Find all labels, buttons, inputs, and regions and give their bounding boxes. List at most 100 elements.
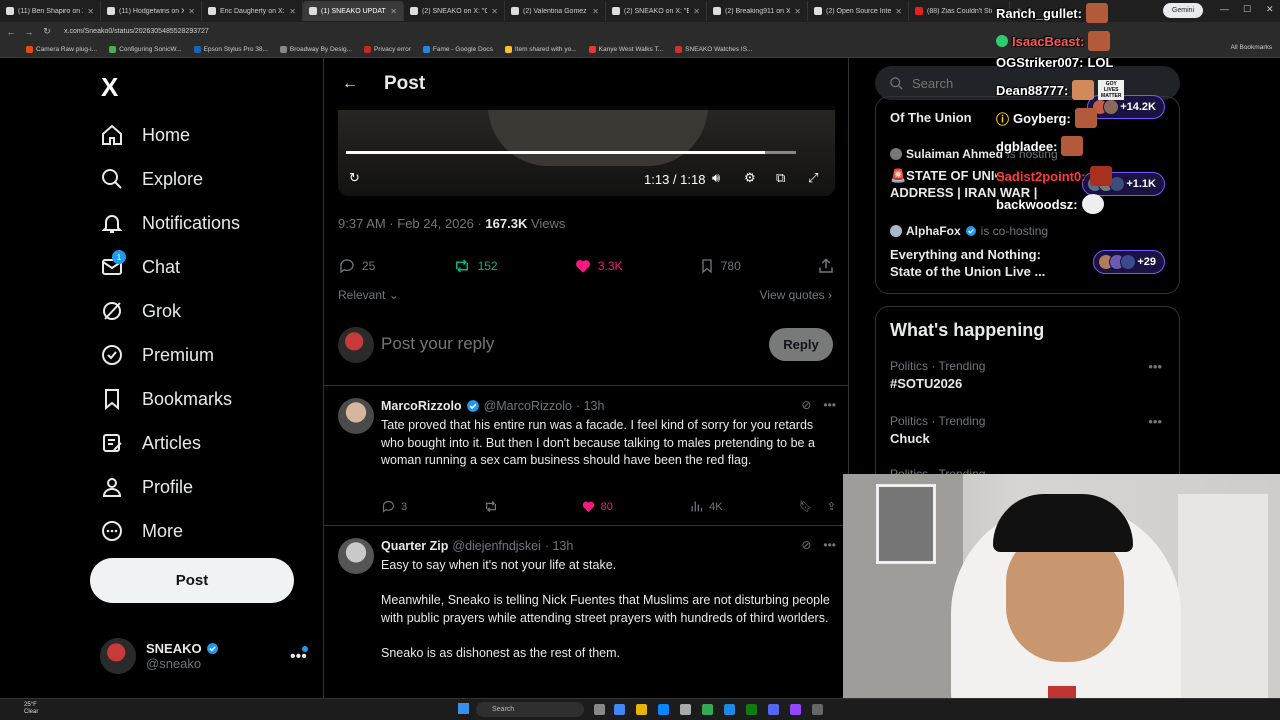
close-icon[interactable]: ✕ xyxy=(693,7,700,16)
sidebar-item-profile[interactable]: Profile xyxy=(100,465,240,509)
xbox-icon[interactable] xyxy=(746,704,757,715)
app-icon[interactable] xyxy=(702,704,713,715)
x-logo[interactable]: X xyxy=(101,72,118,103)
bookmark-button[interactable]: 780 xyxy=(699,257,741,275)
bookmark-item[interactable]: Item shared with yo... xyxy=(504,45,577,53)
grok-icon[interactable]: ⊘ xyxy=(801,398,811,412)
space-item[interactable]: Of The Union xyxy=(890,109,972,126)
browser-tab[interactable]: (88) Zias Couldn't Stop ✕ xyxy=(909,1,1010,21)
fullscreen-icon[interactable]: ⤢ xyxy=(808,170,818,186)
reply-button[interactable]: 3 xyxy=(381,499,407,514)
forward-nav-icon[interactable]: → xyxy=(22,27,36,37)
more-options-icon[interactable]: ••• xyxy=(823,398,836,412)
app-icon[interactable] xyxy=(724,704,735,715)
back-arrow-icon[interactable]: ← xyxy=(342,75,358,93)
pip-icon[interactable]: ⧉ xyxy=(776,170,785,186)
bookmark-item[interactable]: SNEAKO Watches IS... xyxy=(675,45,752,53)
close-icon[interactable]: ✕ xyxy=(491,7,498,16)
folder-icon[interactable] xyxy=(636,704,647,715)
tweet-time[interactable]: · 13h xyxy=(576,399,605,413)
bookmark-item[interactable]: Fame - Google Docs xyxy=(422,45,493,53)
chrome-icon[interactable] xyxy=(614,704,625,715)
video-progress-bar[interactable] xyxy=(346,151,796,154)
like-button[interactable]: 80 xyxy=(581,499,613,514)
space-listeners[interactable]: +29 xyxy=(1093,250,1165,274)
sidebar-item-home[interactable]: Home xyxy=(100,113,240,157)
weather-widget[interactable]: 25°F Clear xyxy=(24,702,38,716)
app-icon[interactable] xyxy=(812,704,823,715)
reply-tweet[interactable]: MarcoRizzolo @MarcoRizzolo · 13h ⊘ ••• Ta… xyxy=(324,386,848,526)
app-icon[interactable] xyxy=(680,704,691,715)
close-icon[interactable]: ✕ xyxy=(289,7,296,16)
browser-tab[interactable]: (11) Hodgetwins on X: " ✕ xyxy=(101,1,202,21)
close-icon[interactable]: ✕ xyxy=(390,7,397,16)
author-name[interactable]: MarcoRizzolo xyxy=(381,399,462,413)
post-button[interactable]: Post xyxy=(90,558,294,603)
app-icon[interactable] xyxy=(790,704,801,715)
close-icon[interactable]: ✕ xyxy=(87,7,94,16)
settings-gear-icon[interactable]: ⚙ xyxy=(744,170,756,186)
bookmark-icon[interactable]: 🔖︎ xyxy=(799,500,813,513)
volume-icon[interactable]: 🔊︎ xyxy=(712,170,720,186)
space-item[interactable]: AlphaFox is co-hosting Everything and Not… xyxy=(890,224,1060,280)
sidebar-item-articles[interactable]: Articles xyxy=(100,421,240,465)
browser-tab-active[interactable]: (1) SNEAKO UPDATES on ✕ xyxy=(303,1,404,21)
avatar[interactable] xyxy=(338,538,374,574)
reply-input[interactable] xyxy=(381,334,751,354)
reply-submit-button[interactable]: Reply xyxy=(769,328,833,361)
back-nav-icon[interactable]: ← xyxy=(4,27,18,37)
windows-start-icon[interactable] xyxy=(458,703,469,714)
browser-tab[interactable]: (2) Valentina Gomez on ✕ xyxy=(505,1,606,21)
grok-icon[interactable]: ⊘ xyxy=(801,538,811,552)
taskbar-search[interactable]: Search xyxy=(476,702,584,717)
browser-tab[interactable]: (11) Ben Shapiro on X: " ✕ xyxy=(0,1,101,21)
browser-tab[interactable]: Eric Daugherty on X: " ✕ xyxy=(202,1,303,21)
url-field[interactable]: x.com/Sneako0/status/2026305485528293727 xyxy=(64,28,209,35)
close-icon[interactable]: ✕ xyxy=(794,7,801,16)
reply-sort-dropdown[interactable]: Relevant ⌄ xyxy=(338,288,399,302)
reply-button[interactable]: 25 xyxy=(338,257,375,275)
avatar[interactable] xyxy=(338,398,374,434)
discord-icon[interactable] xyxy=(768,704,779,715)
sidebar-item-explore[interactable]: Explore xyxy=(100,157,240,201)
reload-icon[interactable]: ↻ xyxy=(40,26,54,37)
account-switcher[interactable]: SNEAKO @sneako xyxy=(100,638,219,674)
browser-tab[interactable]: (2) Breaking911 on X: " ✕ xyxy=(707,1,808,21)
sidebar-item-bookmarks[interactable]: Bookmarks xyxy=(100,377,240,421)
browser-tab[interactable]: (2) SNEAKO on X: "Cats ✕ xyxy=(404,1,505,21)
edge-icon[interactable] xyxy=(658,704,669,715)
more-options-icon[interactable]: ••• xyxy=(823,538,836,552)
trend-item[interactable]: Politics · Trending Chuck ••• xyxy=(890,414,1170,446)
bookmark-item[interactable]: Camera Raw plug-i... xyxy=(26,45,97,53)
sidebar-item-premium[interactable]: Premium xyxy=(100,333,240,377)
author-handle[interactable]: @MarcoRizzolo xyxy=(484,399,572,413)
sidebar-item-more[interactable]: More xyxy=(100,509,240,553)
author-handle[interactable]: @diejenfndjskei xyxy=(452,539,540,553)
bookmark-item[interactable]: Configuring SonicW... xyxy=(109,45,182,53)
repost-button[interactable]: 152 xyxy=(452,257,498,275)
bookmark-item[interactable]: Epson Stylus Pro 38... xyxy=(193,45,268,53)
sidebar-item-notifications[interactable]: Notifications xyxy=(100,201,240,245)
bookmark-item[interactable]: Privacy error xyxy=(364,45,411,53)
browser-tab[interactable]: (2) Open Source Intel on✕ xyxy=(808,1,909,21)
reply-tweet[interactable]: Quarter Zip @diejenfndjskei · 13h ⊘ ••• E… xyxy=(324,526,848,698)
replay-icon[interactable]: ↻ xyxy=(349,170,360,186)
browser-tab[interactable]: (2) SNEAKO on X: "Erika ✕ xyxy=(606,1,707,21)
repost-button[interactable] xyxy=(483,499,504,514)
close-icon[interactable]: ✕ xyxy=(188,7,195,16)
views-button[interactable]: 4K xyxy=(689,499,723,514)
bookmark-item[interactable]: Broadway By Desig... xyxy=(279,45,352,53)
tweet-time[interactable]: · 13h xyxy=(545,539,574,553)
author-name[interactable]: Quarter Zip xyxy=(381,539,448,553)
post-timestamp[interactable]: 9:37 AM · Feb 24, 2026 · xyxy=(338,216,485,231)
like-button[interactable]: 3.3K xyxy=(574,257,623,275)
share-icon[interactable]: ⇪ xyxy=(827,500,836,513)
more-options-icon[interactable]: ••• xyxy=(1148,414,1162,429)
share-button[interactable] xyxy=(817,257,835,275)
trend-item[interactable]: Politics · Trending #SOTU2026 ••• xyxy=(890,359,1170,391)
taskview-icon[interactable] xyxy=(594,704,605,715)
close-icon[interactable]: ✕ xyxy=(895,7,902,16)
more-options-icon[interactable]: ••• xyxy=(1148,359,1162,374)
view-quotes-link[interactable]: View quotes › xyxy=(760,288,833,302)
sidebar-item-grok[interactable]: Grok xyxy=(100,289,240,333)
